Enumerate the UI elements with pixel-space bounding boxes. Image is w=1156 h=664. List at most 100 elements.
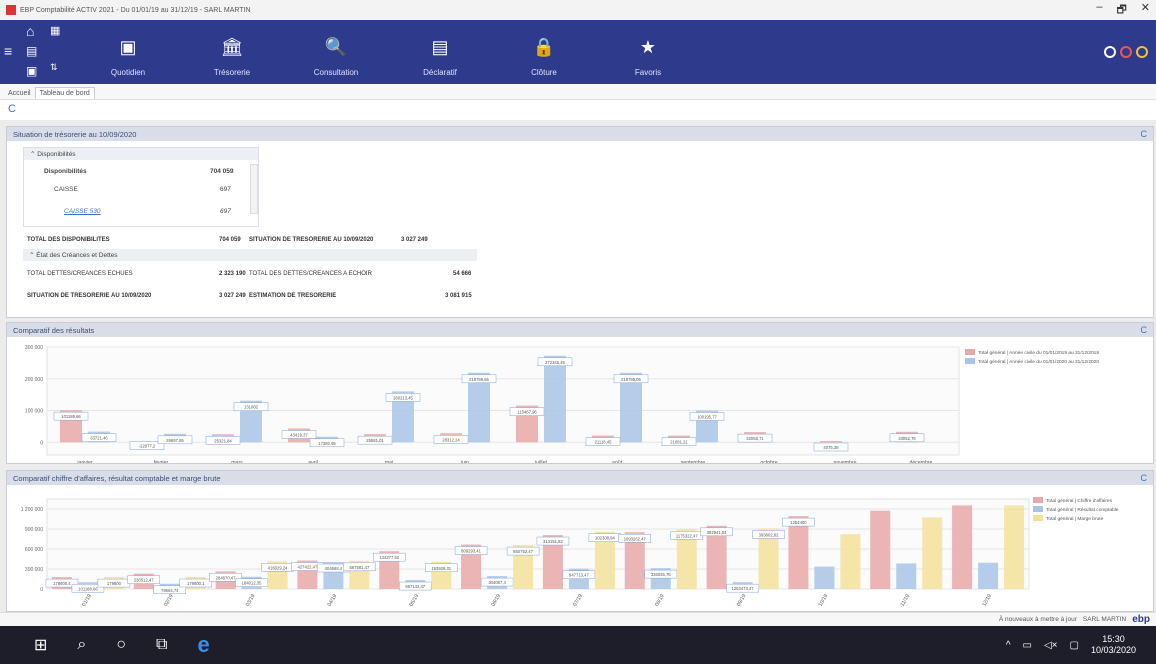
y-tick-label: 200 000 — [25, 377, 43, 383]
minimize-button[interactable]: – — [1096, 1, 1102, 20]
module-cloture[interactable]: 🔒 Clôture — [492, 20, 596, 84]
dashboard-toolbar: C — [0, 100, 1156, 120]
ribbon: ≡ ⌂ ▦ ▤ ▣ ⇅ ▣ Quotidien 🏛 Trésorerie 🔍 Cons… — [0, 20, 1156, 84]
group-header[interactable]: ⌃ État des Créances et Dettes — [23, 249, 477, 261]
chart-bar — [870, 510, 891, 589]
network-icon[interactable]: ▭ — [1023, 640, 1032, 651]
screen-icon[interactable]: ▣ — [26, 64, 37, 78]
module-consultation[interactable]: 🔍 Consultation — [284, 20, 388, 84]
status-text[interactable]: À nouveaux à mettre à jour — [999, 616, 1077, 623]
clock[interactable]: 15:30 10/03/2020 — [1091, 634, 1136, 656]
refresh-icon[interactable]: C — [8, 103, 16, 115]
settings-icon[interactable] — [1136, 46, 1148, 58]
module-label: Quotidien — [110, 68, 146, 77]
x-tick-label: juin — [460, 460, 469, 463]
restore-button[interactable]: 🗗 — [1116, 1, 1126, 20]
cortana-icon[interactable]: ○ — [116, 636, 126, 654]
status-bar: À nouveaux à mettre à jour SARL MARTIN e… — [0, 612, 1156, 626]
close-button[interactable]: ✕ — [1141, 1, 1150, 20]
chart-bar — [896, 563, 917, 589]
tab-tableau-de-bord[interactable]: Tableau de bord — [34, 87, 95, 99]
x-tick-label: 09/19 — [736, 593, 748, 607]
chevron-up-icon[interactable]: ^ — [1006, 640, 1011, 651]
module-favoris[interactable]: ★ Favoris — [596, 20, 700, 84]
module-declaratif[interactable]: ▤ Déclaratif — [388, 20, 492, 84]
data-label: 134277,52 — [379, 555, 399, 560]
group-title: Disponibilités — [37, 151, 76, 158]
data-label: 25581,01 — [366, 438, 384, 443]
module-quotidien[interactable]: ▣ Quotidien — [76, 20, 180, 84]
dispo-label: Disponibilités — [44, 168, 87, 175]
x-tick-label: 12/19 — [981, 593, 993, 607]
echues-label: TOTAL DETTES/CREANCES ECHUES — [27, 271, 133, 277]
window-title: EBP Comptabilité ACTIV 2021 - Du 01/01/1… — [20, 6, 251, 14]
x-tick-label: 01/19 — [81, 593, 93, 607]
caisse530-link[interactable]: CAISSE 530 — [64, 208, 101, 215]
data-label: 336035,76 — [651, 572, 671, 577]
brand-logo: ebp — [1132, 614, 1150, 625]
x-tick-label: septembre — [681, 460, 706, 463]
grid-icon[interactable]: ▦ — [50, 24, 60, 38]
etat-group: ⌃ État des Créances et Dettes — [23, 249, 477, 261]
x-tick-label: juillet — [534, 460, 547, 463]
results-chart: 300 000 200 000 100 000 0 101188,66 33721,46 j… — [25, 345, 1099, 466]
tab-accueil[interactable]: Accueil — [4, 88, 35, 99]
app-logo-icon — [6, 5, 16, 15]
legend-swatch — [965, 349, 975, 355]
data-label: 78664,74 — [161, 588, 179, 593]
x-tick-label: mars — [231, 460, 243, 463]
data-label: 1254400 — [790, 520, 807, 525]
help-icon[interactable] — [1120, 46, 1132, 58]
data-label: 17380,95 — [318, 441, 336, 446]
data-label: 115467,96 — [517, 410, 537, 415]
windows-taskbar: ⊞ ⌕ ○ ⧉ e ^ ▭ ◁× ▢ 15:30 10/03/2020 — [0, 626, 1156, 664]
volume-icon[interactable]: ◁× — [1044, 640, 1058, 651]
total-dispo-label: TOTAL DES DISPONIBILITES — [27, 237, 110, 243]
data-label: 427422,47 — [298, 565, 318, 570]
scrollbar[interactable] — [250, 164, 258, 214]
search-icon[interactable]: ⌕ — [77, 636, 86, 654]
notification-icon[interactable]: ▢ — [1070, 640, 1079, 651]
y-tick-label: 900 000 — [25, 527, 43, 533]
situation-value: 3 027 249 — [401, 237, 428, 243]
legend-entry: Total général | Chiffre d'affaires — [1046, 498, 1113, 504]
refresh-icon[interactable]: C — [1141, 325, 1148, 335]
data-label: 404668,4 — [325, 566, 343, 571]
print-icon[interactable]: ▤ — [26, 44, 37, 58]
data-label: 43419,37 — [290, 433, 308, 438]
chart-bar — [788, 516, 809, 589]
windows-start-icon[interactable]: ⊞ — [34, 635, 47, 655]
panel-title: Comparatif des résultats — [13, 325, 95, 335]
sit2-value: 3 027 249 — [219, 293, 246, 299]
treasury-panel: Situation de trésorerie au 10/09/2020 C … — [6, 126, 1154, 318]
dispo-group: ⌃ Disponibilités Disponibilités 704 059 … — [23, 147, 259, 227]
chart-bar — [840, 534, 861, 589]
menu-icon[interactable]: ≡ — [4, 44, 12, 58]
connect-icon[interactable] — [1104, 46, 1116, 58]
panel-title: Situation de trésorerie au 10/09/2020 — [13, 129, 137, 139]
data-label: 26697,85 — [166, 438, 184, 443]
data-label: 850752,47 — [513, 549, 533, 554]
data-label: 32058,71 — [746, 436, 764, 441]
task-view-icon[interactable]: ⧉ — [156, 636, 167, 654]
data-label: 1253473,47 — [732, 586, 755, 591]
calendar-icon: ▣ — [119, 36, 137, 57]
legend-swatch — [1033, 497, 1043, 503]
home-icon[interactable]: ⌂ — [26, 24, 34, 38]
company-name: SARL MARTIN — [1082, 616, 1127, 623]
module-label: Trésorerie — [213, 68, 251, 77]
y-tick-label: 300 000 — [25, 345, 43, 351]
group-header[interactable]: ⌃ Disponibilités — [24, 148, 258, 160]
x-tick-label: 04/19 — [327, 593, 339, 607]
data-label: 33721,46 — [90, 436, 108, 441]
data-label: 313151,82 — [543, 539, 563, 544]
echues-value: 2 323 190 — [219, 271, 246, 277]
refresh-icon[interactable]: C — [1141, 129, 1148, 139]
module-tresorerie[interactable]: 🏛 Trésorerie — [180, 20, 284, 84]
sort-icon[interactable]: ⇅ — [50, 60, 58, 74]
panel-header: Situation de trésorerie au 10/09/2020 C — [7, 127, 1153, 141]
refresh-icon[interactable]: C — [1141, 473, 1148, 483]
edge-browser-icon[interactable]: e — [197, 632, 209, 658]
data-label: 230512,47 — [134, 578, 154, 583]
legend-entry: Total général | Marge brute — [1046, 516, 1104, 522]
